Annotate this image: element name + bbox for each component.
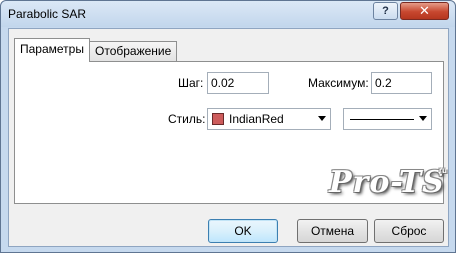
- maximum-label: Максимум:: [308, 76, 369, 90]
- step-label: Шаг:: [178, 76, 204, 90]
- reset-button[interactable]: Сброс: [374, 219, 444, 243]
- watermark-logo: Pro-TS: [329, 165, 445, 200]
- ok-button[interactable]: OK: [208, 219, 278, 243]
- watermark-suffix: ru: [439, 166, 447, 175]
- color-select[interactable]: IndianRed: [207, 108, 331, 130]
- cancel-button[interactable]: Отмена: [297, 219, 368, 243]
- step-input[interactable]: 0.02: [207, 72, 269, 94]
- close-button[interactable]: ✕: [400, 2, 449, 20]
- line-style-select[interactable]: [343, 108, 432, 130]
- tab-display[interactable]: Отображение: [89, 41, 178, 61]
- color-select-value: IndianRed: [229, 112, 284, 126]
- chevron-down-icon: [419, 116, 427, 121]
- style-label: Стиль:: [168, 112, 206, 126]
- color-swatch: [212, 113, 224, 125]
- line-style-sample: [350, 119, 414, 120]
- window-title: Parabolic SAR: [8, 7, 87, 21]
- chevron-down-icon: [318, 116, 326, 121]
- help-button[interactable]: ?: [373, 2, 398, 20]
- dialog-client-area: Параметры Отображение Шаг: 0.02 Максимум…: [8, 28, 449, 247]
- dialog-window: Parabolic SAR ? ✕ Параметры Отображение …: [0, 0, 456, 253]
- title-bar[interactable]: Parabolic SAR ? ✕: [1, 1, 455, 27]
- maximum-input[interactable]: 0.2: [371, 72, 432, 94]
- tab-parameters[interactable]: Параметры: [14, 38, 90, 62]
